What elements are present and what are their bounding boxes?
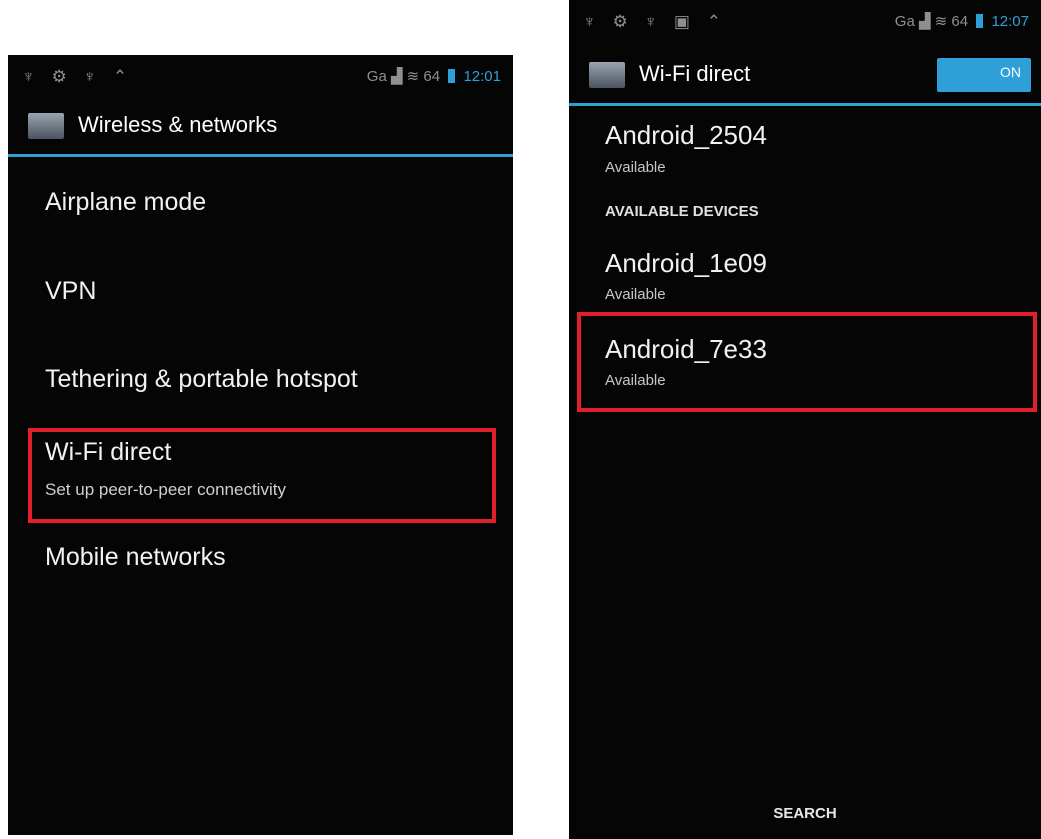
search-button[interactable]: SEARCH <box>569 805 1041 822</box>
settings-app-icon[interactable] <box>589 62 625 88</box>
menu-item-mobile-networks[interactable]: Mobile networks <box>45 543 226 572</box>
highlight-box <box>28 428 496 523</box>
toggle-label: ON <box>1000 64 1021 80</box>
battery-icon <box>976 14 984 28</box>
available-devices-header: AVAILABLE DEVICES <box>605 203 759 220</box>
clock: 12:07 <box>991 13 1029 30</box>
this-device-name: Android_2504 <box>605 120 767 150</box>
page-title: Wi-Fi direct <box>639 61 751 86</box>
menu-item-vpn[interactable]: VPN <box>45 277 96 306</box>
status-bar: ♆ ⚙ ♆ ▣ ⌃ Ga ▟ ≋ 64 12:07 <box>569 0 1041 40</box>
wifi-direct-screen: ♆ ⚙ ♆ ▣ ⌃ Ga ▟ ≋ 64 12:07 Wi-Fi direct O… <box>569 0 1041 839</box>
wireless-networks-screen: ♆ ⚙ ♆ ⌃ Ga ▟ ≋ 64 12:01 Wireless & netwo… <box>8 55 513 835</box>
device-item-android-1e09[interactable]: Android_1e09 <box>605 248 767 279</box>
status-bar: ♆ ⚙ ♆ ⌃ Ga ▟ ≋ 64 12:01 <box>8 55 513 95</box>
battery-icon <box>448 69 456 83</box>
status-indicators: Ga ▟ ≋ 64 12:01 <box>367 67 501 85</box>
device-status: Available <box>605 286 666 303</box>
wifi-direct-toggle[interactable]: ON <box>937 58 1031 92</box>
network-indicators: Ga ▟ ≋ 64 <box>366 68 441 85</box>
action-bar: Wireless & networks <box>8 97 513 157</box>
highlight-box <box>577 312 1037 412</box>
this-device-status: Available <box>605 159 666 176</box>
clock: 12:01 <box>463 68 501 85</box>
menu-item-tethering[interactable]: Tethering & portable hotspot <box>45 365 358 394</box>
network-indicators: Ga ▟ ≋ 64 <box>894 13 969 30</box>
status-indicators: Ga ▟ ≋ 64 12:07 <box>895 12 1029 30</box>
settings-app-icon[interactable] <box>28 113 64 139</box>
notification-icons: ♆ ⚙ ♆ ▣ ⌃ <box>583 12 727 31</box>
notification-icons: ♆ ⚙ ♆ ⌃ <box>22 67 134 86</box>
page-title: Wireless & networks <box>78 112 278 137</box>
menu-item-airplane-mode[interactable]: Airplane mode <box>45 188 206 217</box>
